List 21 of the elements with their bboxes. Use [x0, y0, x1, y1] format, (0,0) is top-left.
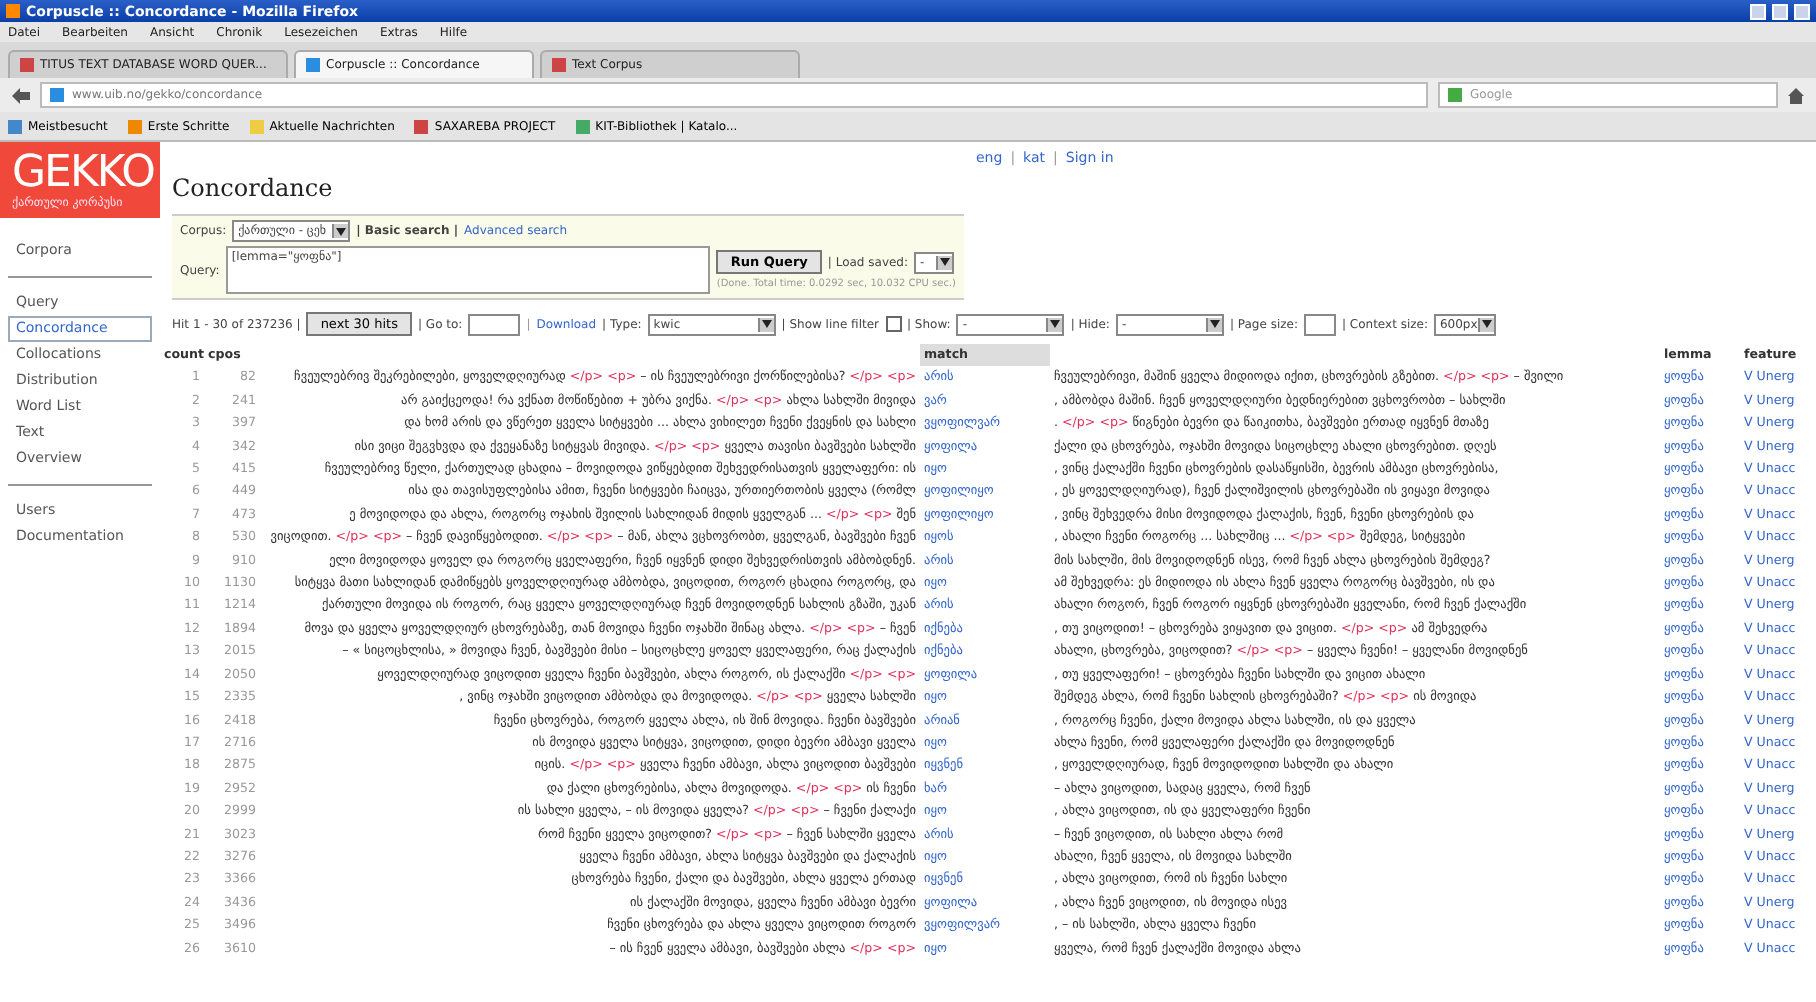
- close-button[interactable]: [1794, 3, 1810, 19]
- tab-favicon-icon: [20, 58, 34, 72]
- page-title: Concordance: [172, 174, 335, 202]
- dropdown-arrow-icon: [1046, 317, 1063, 331]
- tab-favicon-icon: [552, 58, 566, 72]
- search-engine-icon: [1448, 88, 1462, 102]
- dropdown-arrow-icon: [332, 224, 349, 238]
- maximize-button[interactable]: [1772, 3, 1788, 19]
- browser-icon: [6, 4, 20, 18]
- dropdown-arrow-icon: [1205, 317, 1222, 331]
- tab-favicon-icon: [306, 58, 320, 72]
- home-icon[interactable]: [1788, 87, 1804, 103]
- dropdown-arrow-icon: [757, 317, 774, 331]
- goto-input[interactable]: [468, 313, 521, 335]
- back-icon[interactable]: [12, 87, 30, 103]
- page-size-input[interactable]: [1303, 313, 1336, 335]
- site-icon: [50, 88, 64, 102]
- dropdown-arrow-icon: [1477, 317, 1494, 331]
- line-filter-checkbox[interactable]: [885, 316, 901, 332]
- minimize-button[interactable]: [1750, 3, 1766, 19]
- dropdown-arrow-icon: [936, 255, 953, 269]
